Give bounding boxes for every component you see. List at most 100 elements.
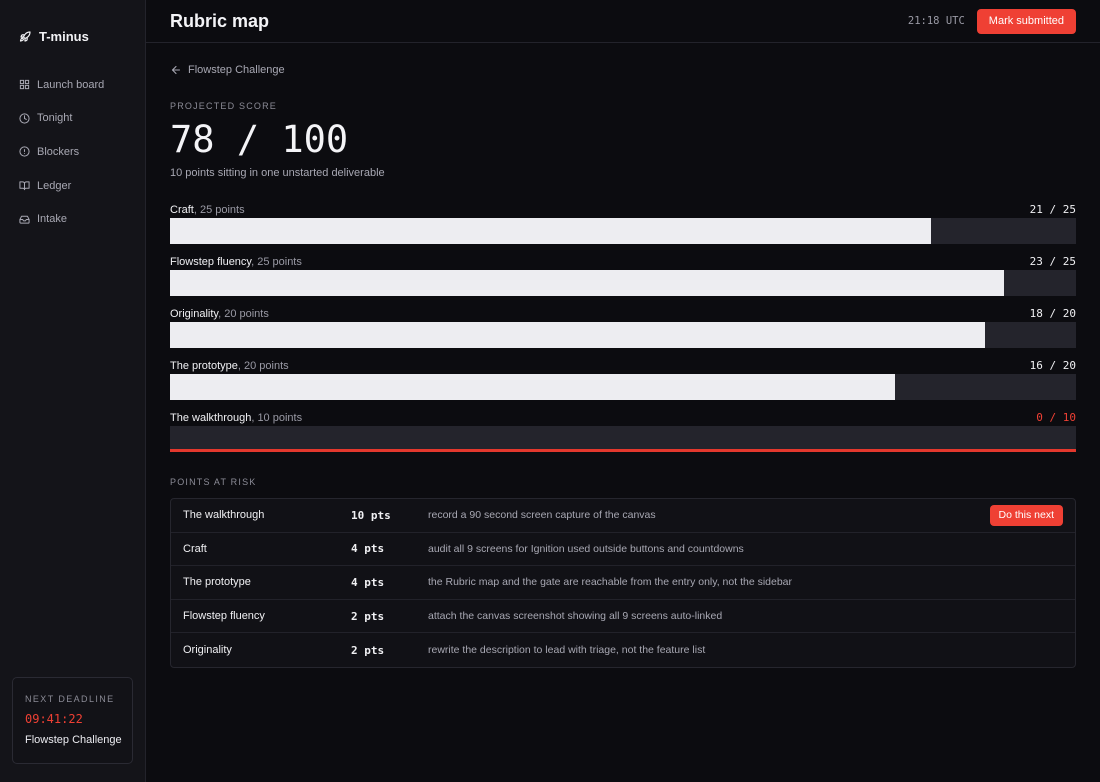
sidebar-item-launch-board[interactable]: Launch board [0, 68, 145, 102]
rubric-content: Flowstep Challenge PROJECTED SCORE 78 / … [146, 64, 1100, 668]
criterion-score: 18 / 20 [1029, 307, 1076, 320]
criterion-points: , 25 points [193, 204, 245, 216]
risk-caption: POINTS AT RISK [170, 477, 257, 487]
risk-row: Flowstep fluency 2 pts attach the canvas… [171, 600, 1075, 634]
risk-criterion: Craft [183, 542, 207, 555]
inbox-icon [19, 214, 30, 225]
risk-points: 4 pts [351, 542, 385, 556]
criterion-header: Craft, 25 points 21 / 25 [170, 200, 1076, 217]
sidebar-item-label: Ledger [37, 179, 72, 192]
do-this-next-button[interactable]: Do this next [989, 504, 1063, 526]
risk-criterion: Flowstep fluency [183, 610, 265, 623]
score-subtitle: 10 points sitting in one unstarted deliv… [170, 167, 385, 179]
progress-fill [170, 374, 895, 400]
progress-fill [170, 322, 986, 348]
progress-bar [170, 270, 1076, 296]
criterion-points: , 20 points [218, 308, 269, 320]
risk-points: 2 pts [351, 643, 385, 657]
criterion-points: , 20 points [237, 360, 289, 372]
sidebar-item-label: Blockers [37, 145, 80, 158]
score-caption: PROJECTED SCORE [170, 101, 278, 111]
criterion-title: Flowstep fluency, 25 points [170, 252, 302, 270]
alert-circle-icon [19, 146, 30, 158]
criterion-header: Flowstep fluency, 25 points 23 / 25 [170, 252, 1076, 269]
next-deadline-card[interactable]: NEXT DEADLINE 09:41:22 Flowstep Challeng… [12, 677, 133, 764]
risk-criterion: Originality [183, 644, 232, 657]
progress-bar [170, 374, 1076, 400]
top-bar-actions: 21:18 UTC Mark submitted [907, 8, 1076, 34]
criterion-score: 16 / 20 [1029, 359, 1076, 372]
criteria-list: Craft, 25 points 21 / 25 Flowstep fluenc… [170, 200, 1076, 452]
progress-fill [170, 218, 932, 244]
criterion-header: The walkthrough, 10 points 0 / 10 [170, 408, 1076, 425]
sidebar-item-intake[interactable]: Intake [0, 202, 145, 236]
risk-action: the Rubric map and the gate are reachabl… [428, 576, 793, 589]
criterion-name: Craft [170, 204, 194, 216]
back-link[interactable]: Flowstep Challenge [170, 64, 285, 76]
criterion-walkthrough: The walkthrough, 10 points 0 / 10 [170, 408, 1076, 452]
risk-row: Craft 4 pts audit all 9 screens for Igni… [171, 533, 1075, 567]
criterion-score: 0 / 10 [1036, 411, 1076, 424]
app-window: T-minus Launch board Tonight Blockers Le… [0, 0, 1100, 782]
criterion-header: The prototype, 20 points 16 / 20 [170, 356, 1076, 373]
utc-clock: 21:18 UTC [907, 15, 965, 27]
progress-fill [170, 270, 1004, 296]
deadline-caption: NEXT DEADLINE [25, 694, 115, 704]
page-title: Rubric map [170, 10, 270, 31]
back-link-label: Flowstep Challenge [188, 64, 285, 76]
criterion-score: 21 / 25 [1029, 203, 1076, 216]
sidebar-item-tonight[interactable]: Tonight [0, 102, 145, 136]
progress-bar [170, 322, 1076, 348]
risk-action: rewrite the description to lead with tri… [428, 644, 706, 657]
risk-action: audit all 9 screens for Ignition used ou… [428, 542, 744, 555]
risk-criterion: The prototype [183, 576, 251, 589]
app-name: T-minus [39, 29, 89, 44]
progress-bar [170, 218, 1076, 244]
sidebar-item-blockers[interactable]: Blockers [0, 135, 145, 169]
criterion-name: Originality [170, 308, 219, 320]
criterion-header: Originality, 20 points 18 / 20 [170, 304, 1076, 321]
grid-icon [19, 79, 30, 90]
risk-action: attach the canvas screenshot showing all… [428, 610, 723, 623]
sidebar-item-ledger[interactable]: Ledger [0, 169, 145, 203]
criterion-prototype: The prototype, 20 points 16 / 20 [170, 356, 1076, 400]
risk-row: The walkthrough 10 pts record a 90 secon… [171, 499, 1075, 533]
criterion-originality: Originality, 20 points 18 / 20 [170, 304, 1076, 348]
sidebar: T-minus Launch board Tonight Blockers Le… [0, 0, 146, 782]
sidebar-item-label: Launch board [37, 78, 105, 91]
deadline-name: Flowstep Challenge [25, 734, 122, 746]
projected-score: 78 / 100 [170, 118, 349, 161]
risk-row: Originality 2 pts rewrite the descriptio… [171, 633, 1075, 667]
points-at-risk-table: The walkthrough 10 pts record a 90 secon… [170, 498, 1076, 668]
criterion-name: The walkthrough [170, 412, 252, 424]
deadline-countdown: 09:41:22 [25, 712, 83, 726]
risk-points: 4 pts [351, 575, 385, 589]
brand[interactable]: T-minus [0, 0, 145, 54]
sidebar-nav: Launch board Tonight Blockers Ledger Int… [0, 68, 145, 236]
main-content: Rubric map 21:18 UTC Mark submitted Flow… [146, 0, 1100, 782]
risk-row: The prototype 4 pts the Rubric map and t… [171, 566, 1075, 600]
criterion-title: The walkthrough, 10 points [170, 408, 302, 426]
criterion-title: The prototype, 20 points [170, 356, 289, 374]
mark-submitted-button[interactable]: Mark submitted [976, 8, 1076, 34]
progress-bar [170, 426, 1076, 452]
sidebar-item-label: Intake [37, 213, 67, 226]
criterion-craft: Craft, 25 points 21 / 25 [170, 200, 1076, 244]
book-icon [19, 180, 30, 191]
clock-icon [19, 113, 30, 124]
criterion-name: The prototype [170, 360, 238, 372]
criterion-title: Originality, 20 points [170, 304, 269, 322]
criterion-name: Flowstep fluency [170, 256, 252, 268]
risk-action: record a 90 second screen capture of the… [428, 509, 656, 522]
top-bar: Rubric map 21:18 UTC Mark submitted [146, 0, 1100, 43]
criterion-points: , 25 points [251, 256, 302, 268]
criterion-points: , 10 points [251, 412, 303, 424]
criterion-flowstep-fluency: Flowstep fluency, 25 points 23 / 25 [170, 252, 1076, 296]
risk-points: 2 pts [351, 609, 385, 623]
sidebar-item-label: Tonight [37, 112, 73, 125]
arrow-left-icon [170, 64, 182, 76]
criterion-title: Craft, 25 points [170, 200, 245, 218]
risk-points: 10 pts [351, 508, 391, 522]
risk-criterion: The walkthrough [183, 509, 265, 522]
criterion-score: 23 / 25 [1029, 255, 1076, 268]
